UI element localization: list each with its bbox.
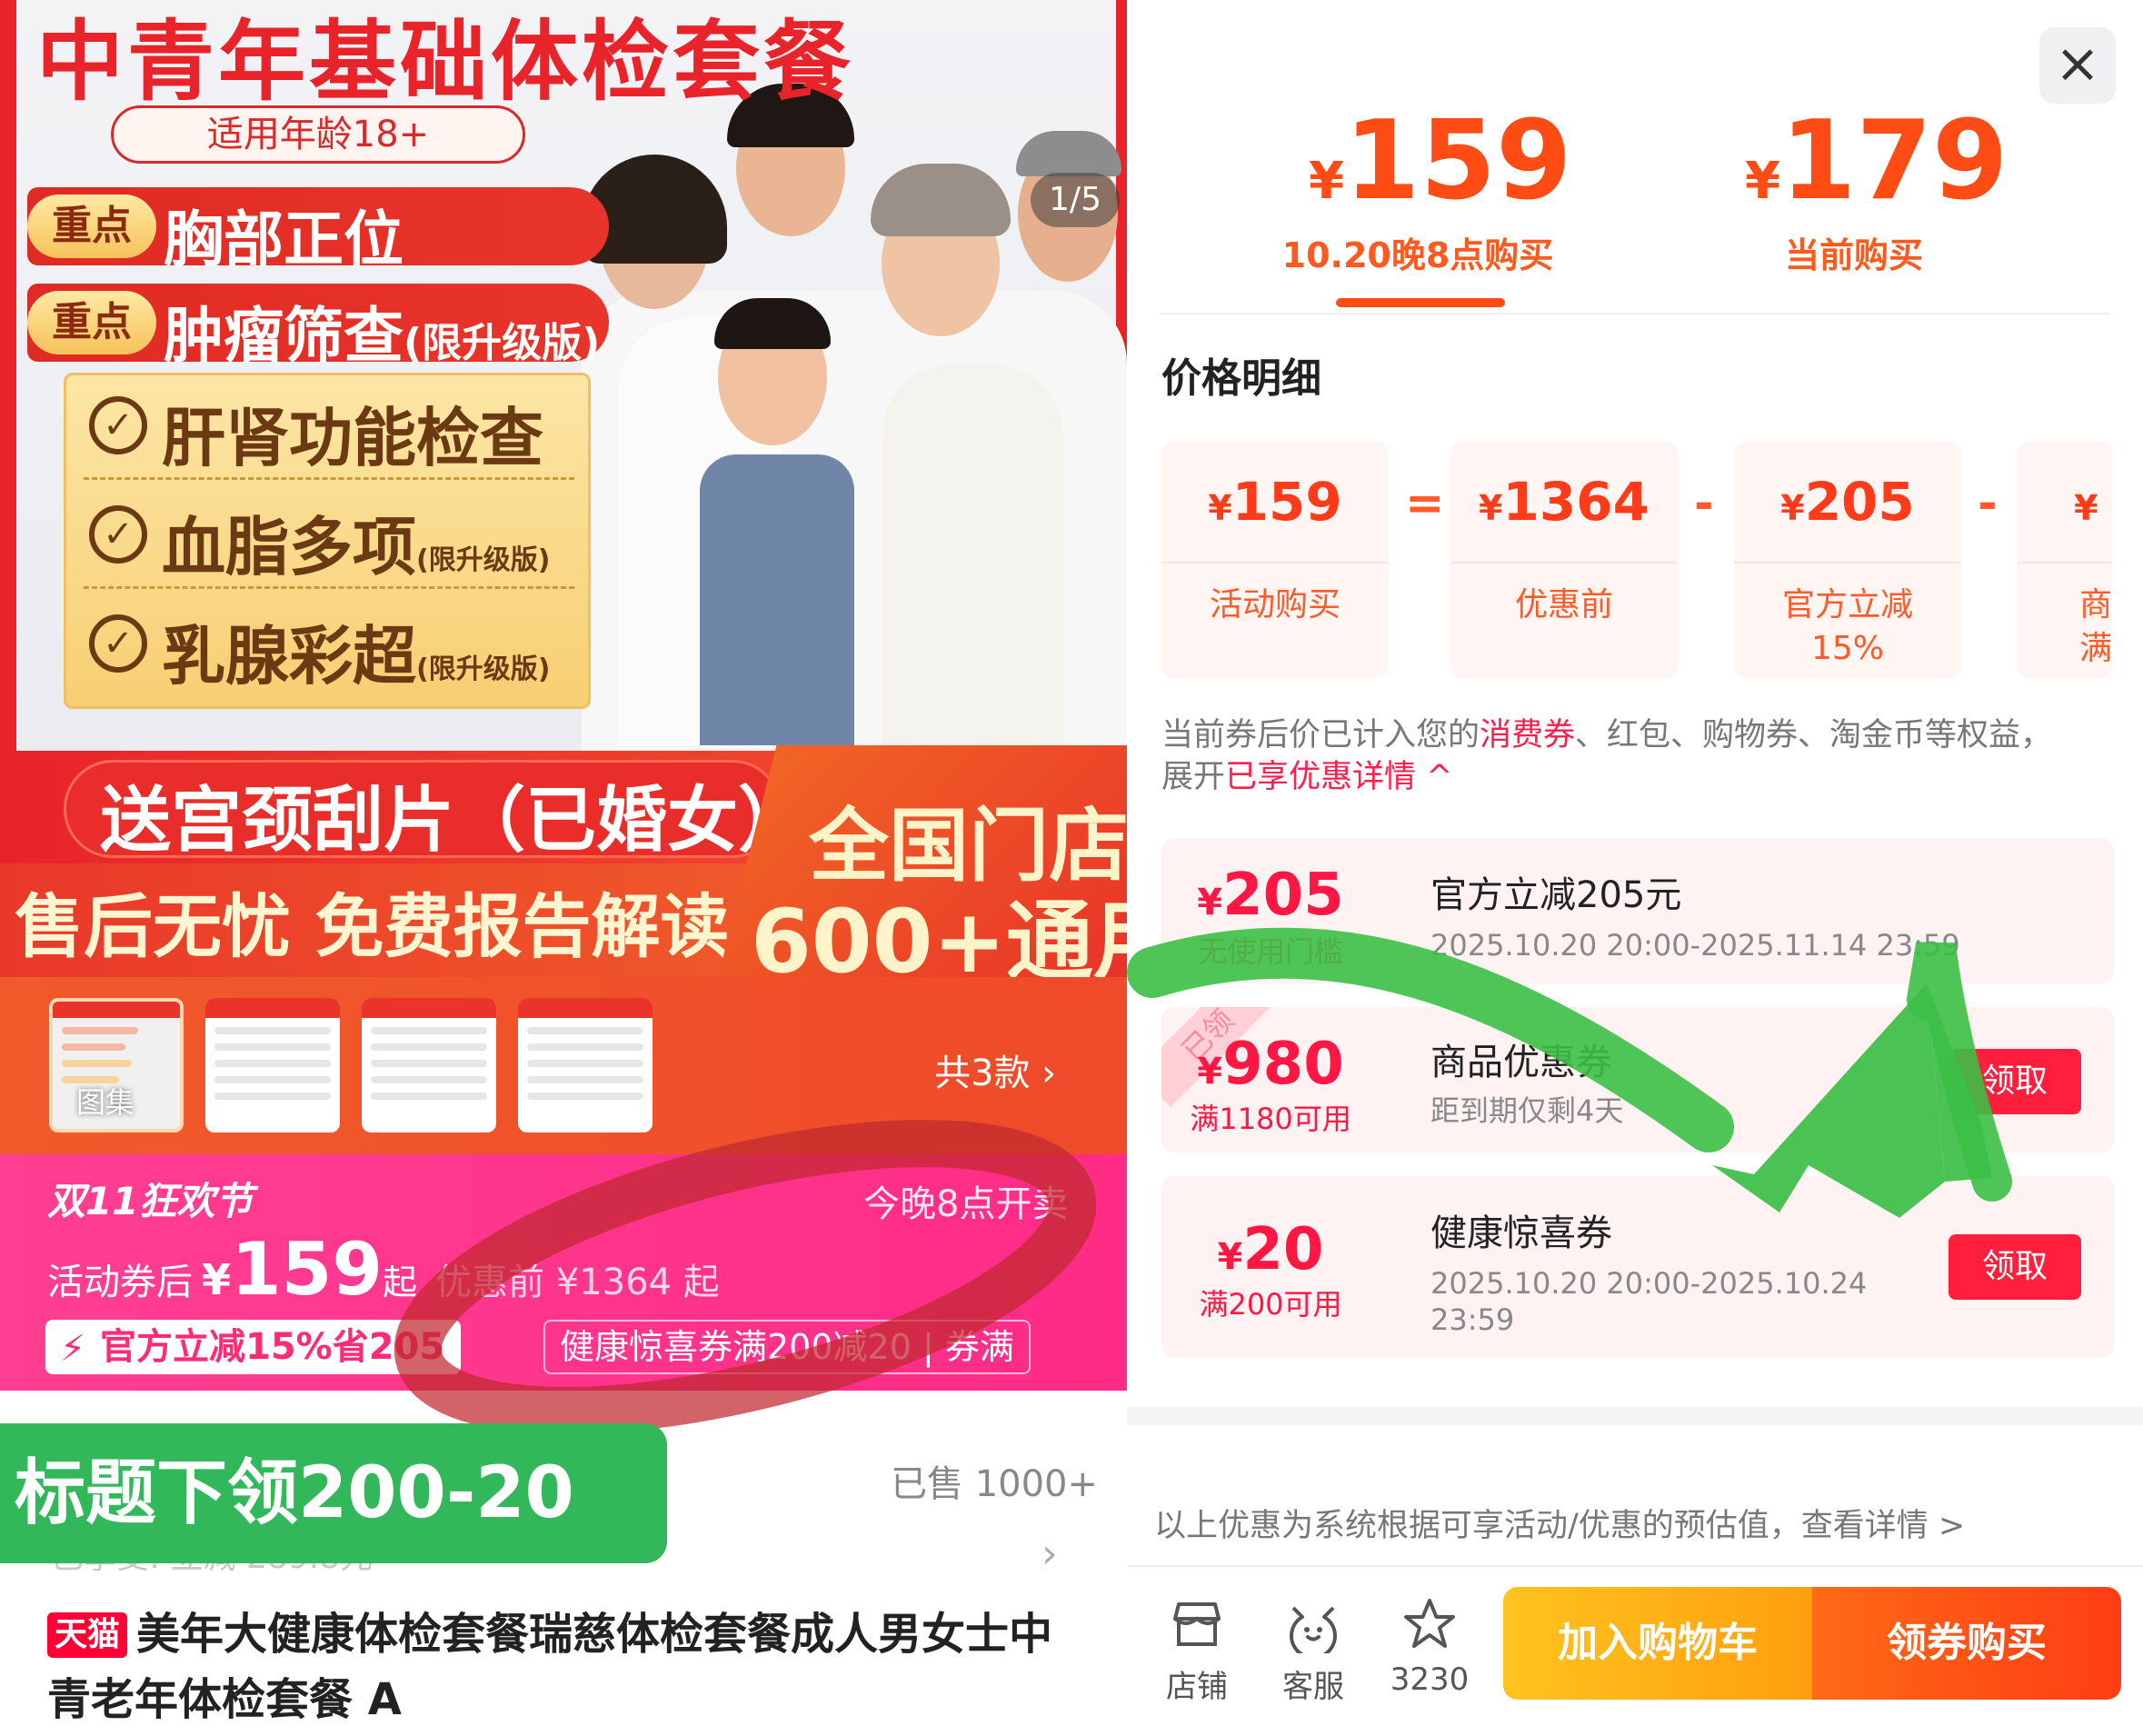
calc-card: ¥159 活动购买 (1161, 442, 1389, 678)
image-pager: 1/5 (1031, 173, 1120, 227)
coupon-validity: 2025.10.20 20:00-2025.11.14 23:59 (1430, 928, 1960, 963)
tab-price-current[interactable]: ¥179 (1745, 98, 2008, 224)
original-price: 优惠前 ¥1364 起 (435, 1262, 720, 1303)
after-coupon-label: 活动券后 (47, 1262, 193, 1303)
promo-price-value: 159 (231, 1227, 384, 1312)
official-discount-tag: ⚡ 官方立减15%省205 (45, 1320, 462, 1374)
gallery-label: 图集 (76, 1085, 135, 1120)
check-icon: ✓ (89, 614, 147, 673)
check-text: 乳腺彩超(限升级版) (162, 619, 551, 693)
tmall-badge: 天猫 (47, 1612, 128, 1658)
gift-ribbon-text: 送宫颈刮片（已婚女） (100, 780, 810, 862)
service-icon (1263, 1592, 1363, 1656)
currency-symbol: ¥ (202, 1255, 232, 1304)
coupon-condition: 无使用门槛 (1197, 934, 1343, 969)
key-item: 重点 胸部正位 (27, 187, 609, 274)
thumbnail-variant[interactable] (518, 998, 653, 1132)
coupon-card: 已领 ¥980 满1180可用 商品优惠券 距到期仅剩4天 领取 (1161, 1007, 2114, 1152)
chevron-right-icon[interactable]: › (1042, 1531, 1058, 1577)
age-badge: 适用年龄18+ (111, 105, 525, 164)
lightning-icon: ⚡ (60, 1328, 86, 1370)
claim-and-buy-button[interactable]: 领券购买 (1812, 1587, 2121, 1700)
coupon-validity: 2025.10.20 20:00-2025.10.24 23:59 (1430, 1266, 1868, 1337)
coupon-name: 健康惊喜券 (1430, 1212, 1612, 1254)
store-icon (1147, 1592, 1247, 1656)
calc-card: ¥1364 优惠前 (1450, 442, 1678, 678)
equals-sign: = (1405, 476, 1445, 531)
close-button[interactable]: × (2039, 27, 2116, 104)
product-page: 中青年基础体检套餐 适用年龄18+ 重点 胸部正位 重点 肿瘤筛查(限升级版) … (0, 0, 1127, 1736)
festival-label: 双11狂欢节 (47, 1179, 254, 1223)
coupon-card: ¥205 无使用门槛 官方立减205元 2025.10.20 20:00-202… (1161, 838, 2114, 983)
key-tag: 重点 (27, 291, 156, 354)
product-title: 天猫 美年大健康体检套餐瑞慈体检套餐成人男女士中青老年体检套餐 A (47, 1601, 1092, 1732)
price-suffix: 起 (383, 1262, 418, 1302)
coupon-value: ¥980 (1197, 1031, 1344, 1098)
bar-service[interactable]: 客服 (1263, 1592, 1363, 1706)
divider (1127, 1565, 2143, 1567)
thumbnail-variant[interactable] (362, 998, 496, 1132)
active-tab-indicator (1336, 298, 1505, 307)
price-detail-title: 价格明细 (1161, 355, 1321, 402)
claim-coupon-button[interactable]: 领取 (1949, 1234, 2081, 1300)
sold-count: 已售 1000+ (891, 1463, 1099, 1505)
key-text: 肿瘤筛查(限升级版) (164, 301, 601, 371)
star-icon (1380, 1592, 1480, 1656)
store-badge-line2: 600+通用 (751, 891, 1127, 977)
calc-card: ¥205 官方立减 15% (1734, 442, 1961, 678)
calc-card-partial: ¥ 商 满118 (2018, 442, 2112, 678)
variant-count-link[interactable]: 共3款 › (934, 1043, 1056, 1096)
bar-store[interactable]: 店铺 (1147, 1592, 1247, 1706)
key-tag: 重点 (27, 195, 156, 258)
coupon-name: 官方立减205元 (1430, 874, 1682, 916)
check-text: 肝肾功能检查 (162, 401, 543, 475)
section-gap (1127, 1407, 2143, 1425)
add-to-cart-button[interactable]: 加入购物车 (1503, 1587, 1812, 1700)
tab-sub-event[interactable]: 10.20晚8点购买 (1254, 227, 1581, 277)
divider (1160, 313, 2110, 314)
service-ribbon-text: 售后无忧 免费报告解读 (15, 886, 730, 967)
sale-time: 今晚8点开卖 (863, 1183, 1069, 1225)
bar-favorite[interactable]: 3230 (1380, 1592, 1480, 1698)
thumbnail-variant[interactable] (205, 998, 340, 1132)
check-text: 血脂多项(限升级版) (162, 510, 551, 584)
bar-service-label: 客服 (1282, 1669, 1344, 1705)
check-icon: ✓ (89, 396, 147, 454)
product-banner-image[interactable]: 中青年基础体检套餐 适用年龄18+ 重点 胸部正位 重点 肿瘤筛查(限升级版) … (0, 0, 1127, 977)
product-title-text: 美年大健康体检套餐瑞慈体检套餐成人男女士中青老年体检套餐 A (47, 1609, 1053, 1725)
promo-coupon-row[interactable]: ⚡ 官方立减15%省205 健康惊喜券满200减20 | 券满 (45, 1320, 1118, 1374)
coupon-name: 商品优惠券 (1430, 1042, 1612, 1083)
consumption-coupon-link[interactable]: 消费券 (1480, 717, 1575, 753)
promo-price: 活动券后 ¥159起 优惠前 ¥1364 起 (47, 1227, 720, 1312)
minus-sign: - (1694, 476, 1714, 531)
tab-sub-current[interactable]: 当前购买 (1718, 227, 1990, 277)
check-icon: ✓ (89, 505, 147, 564)
benefit-note: 当前券后价已计入您的消费券、红包、购物券、淘金币等权益，展开已享优惠详情 ^ (1161, 717, 2053, 795)
estimate-note-link[interactable]: 以上优惠为系统根据可享活动/优惠的预估值，查看详情 > (1154, 1500, 1965, 1546)
key-item: 重点 肿瘤筛查(限升级版) (27, 284, 609, 371)
banner-title: 中青年基础体检套餐 (36, 11, 854, 113)
favorite-count: 3230 (1390, 1661, 1470, 1698)
coupon-condition: 满200可用 (1199, 1287, 1342, 1322)
claim-coupon-button[interactable]: 领取 (1949, 1049, 2081, 1114)
coupon-validity: 距到期仅剩4天 (1430, 1093, 1624, 1128)
check-item: ✓ 血脂多项(限升级版) (84, 482, 574, 589)
bar-store-label: 店铺 (1166, 1669, 1228, 1705)
annotation-label: 标题下领200-20 (0, 1423, 667, 1563)
coupon-value: ¥205 (1197, 862, 1344, 929)
coupon-value: ¥20 (1217, 1216, 1324, 1283)
tab-price-event[interactable]: ¥159 (1309, 98, 1571, 224)
minus-sign: - (1978, 476, 1998, 531)
key-text: 胸部正位 (164, 205, 404, 274)
check-item: ✓ 肝肾功能检查 (84, 373, 574, 480)
expand-details-link[interactable]: 已享优惠详情 ^ (1225, 759, 1452, 795)
health-coupon-tag: 健康惊喜券满200减20 | 券满 (543, 1320, 1031, 1374)
check-items-panel: ✓ 肝肾功能检查 ✓ 血脂多项(限升级版) ✓ 乳腺彩超(限升级版) (64, 373, 591, 709)
check-item: ✓ 乳腺彩超(限升级版) (84, 591, 574, 698)
coupon-card: ¥20 满200可用 健康惊喜券 2025.10.20 20:00-2025.1… (1161, 1176, 2114, 1358)
coupon-condition: 满1180可用 (1190, 1102, 1351, 1136)
